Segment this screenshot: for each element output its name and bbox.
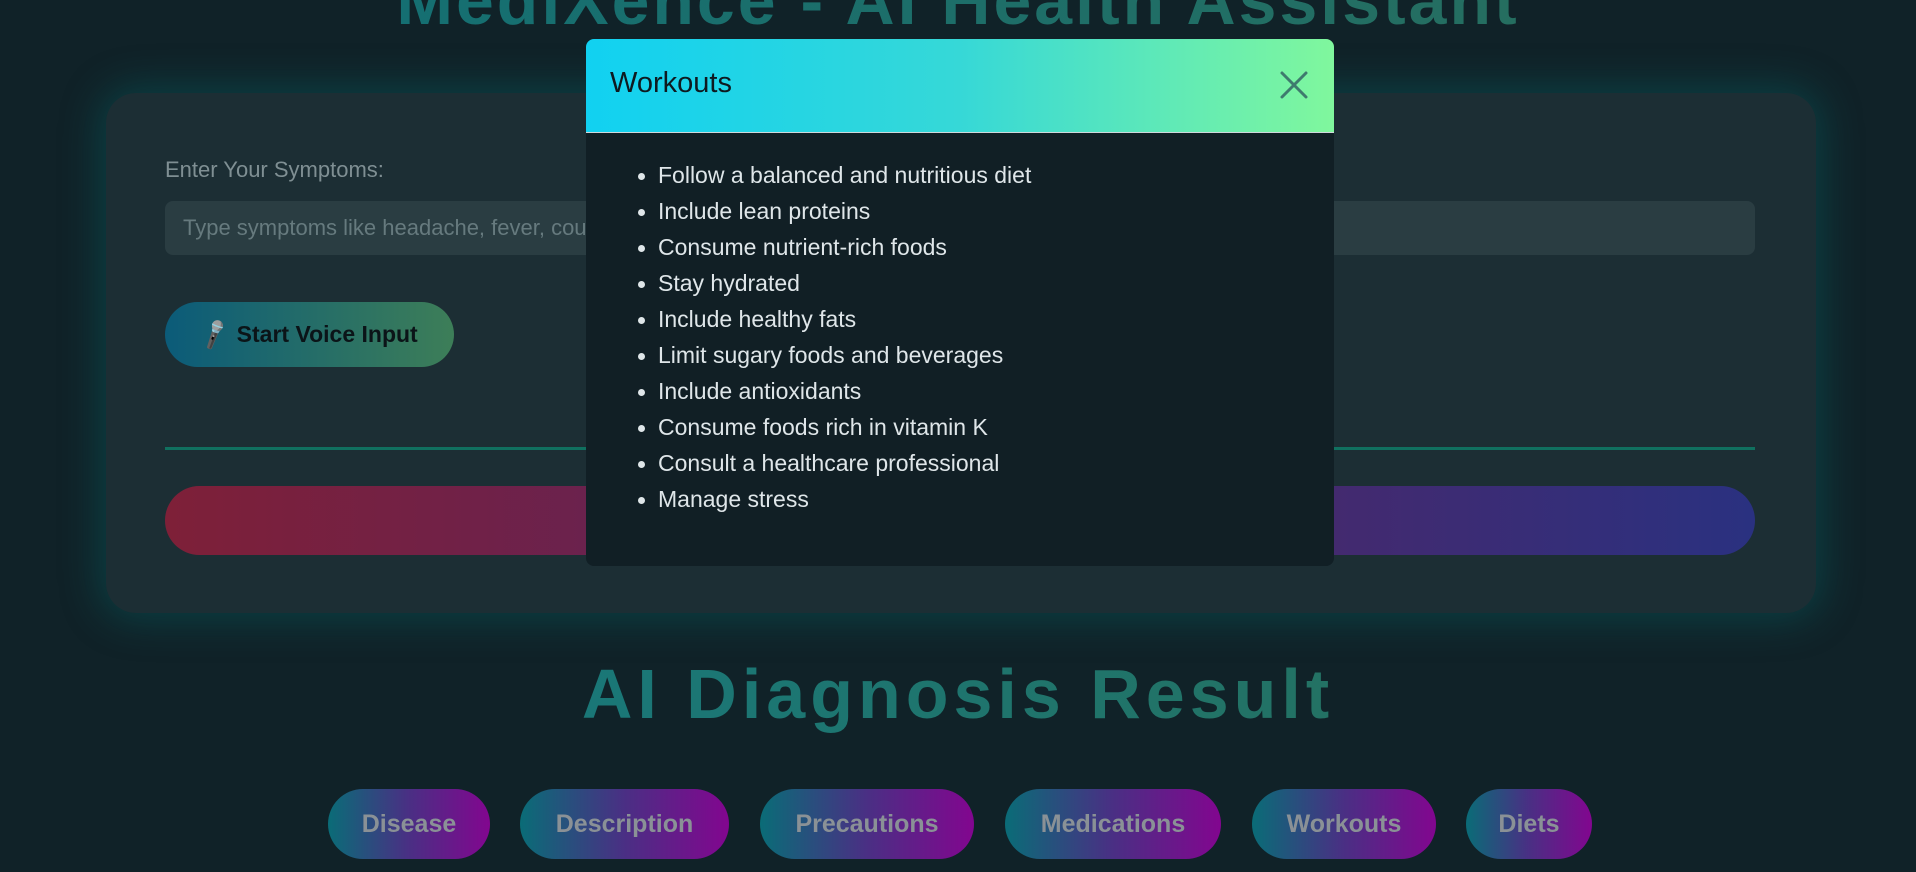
list-item: Follow a balanced and nutritious diet <box>637 157 1031 193</box>
modal-header: Workouts <box>586 39 1334 133</box>
workouts-list: Follow a balanced and nutritious diet In… <box>637 157 1031 517</box>
modal-close-button[interactable] <box>1274 65 1314 105</box>
list-item: Include antioxidants <box>637 373 1031 409</box>
workouts-modal: Workouts Follow a balanced and nutritiou… <box>586 39 1334 566</box>
list-item: Consume foods rich in vitamin K <box>637 409 1031 445</box>
list-item: Include lean proteins <box>637 193 1031 229</box>
list-item: Include healthy fats <box>637 301 1031 337</box>
list-item: Limit sugary foods and beverages <box>637 337 1031 373</box>
list-item: Consult a healthcare professional <box>637 445 1031 481</box>
list-item: Manage stress <box>637 481 1031 517</box>
list-item: Stay hydrated <box>637 265 1031 301</box>
close-icon <box>1280 71 1308 99</box>
list-item: Consume nutrient-rich foods <box>637 229 1031 265</box>
modal-title: Workouts <box>610 67 732 99</box>
